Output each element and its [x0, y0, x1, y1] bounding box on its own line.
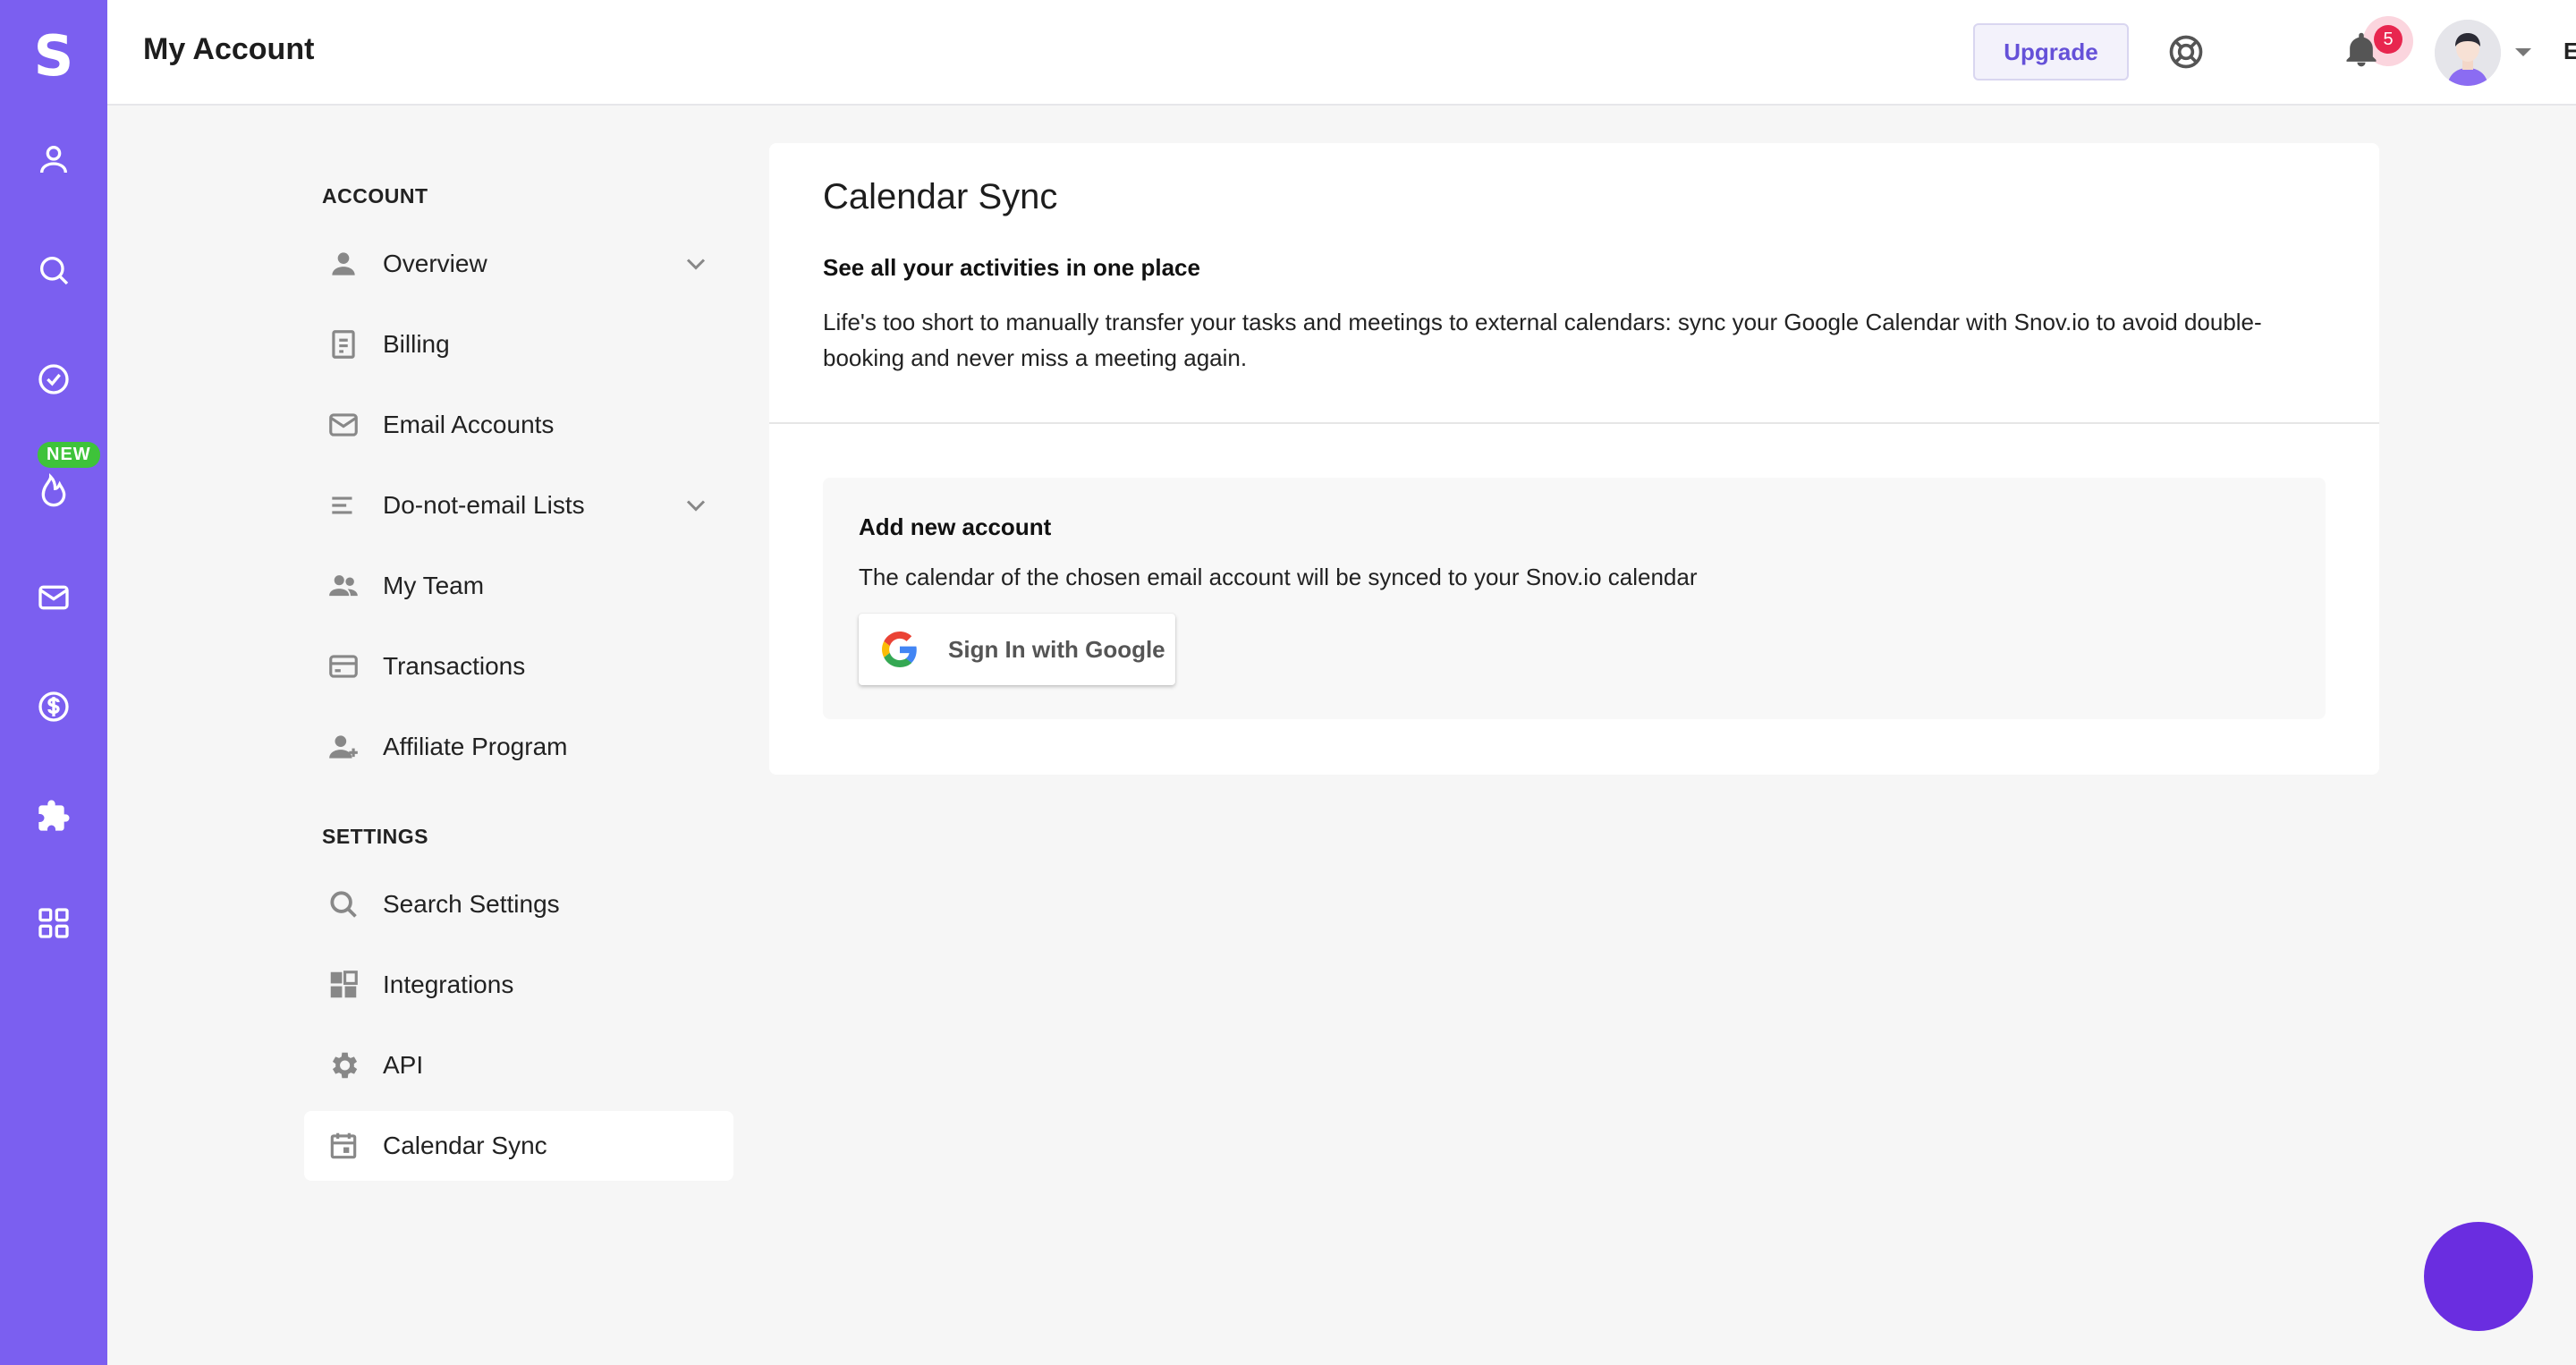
- avatar[interactable]: [2435, 20, 2501, 86]
- list-lines-icon: [326, 488, 361, 523]
- left-rail: S NEW: [0, 0, 107, 1365]
- upgrade-button[interactable]: Upgrade: [1973, 23, 2129, 81]
- sign-in-with-google-button[interactable]: Sign In with Google: [859, 614, 1175, 685]
- notifications-button[interactable]: 5: [2336, 16, 2413, 79]
- credit-card-icon: [326, 649, 361, 684]
- nav-item-my-team[interactable]: My Team: [304, 551, 733, 621]
- team-icon: [326, 568, 361, 604]
- nav-item-label: Do-not-email Lists: [383, 491, 585, 519]
- language-selector[interactable]: EN: [2563, 38, 2576, 65]
- add-account-description: The calendar of the chosen email account…: [859, 564, 1698, 590]
- gear-icon: [326, 1047, 361, 1083]
- add-account-panel: Add new account The calendar of the chos…: [823, 478, 2326, 719]
- nav-item-email-accounts[interactable]: Email Accounts: [304, 390, 733, 460]
- top-header: My Account Upgrade 5 EN: [107, 0, 2576, 106]
- nav-item-search-settings[interactable]: Search Settings: [304, 869, 733, 939]
- account-menu-chevron-icon[interactable]: [2515, 48, 2531, 56]
- google-icon: [882, 632, 917, 667]
- card-title: Calendar Sync: [823, 177, 1058, 216]
- nav-item-label: Overview: [383, 250, 487, 277]
- search-icon: [326, 886, 361, 922]
- google-button-label: Sign In with Google: [948, 635, 1165, 663]
- add-account-title: Add new account: [859, 513, 1052, 540]
- puzzle-icon[interactable]: [27, 789, 80, 843]
- chat-launcher-button[interactable]: [2424, 1222, 2533, 1331]
- nav-item-affiliate-program[interactable]: Affiliate Program: [304, 712, 733, 782]
- nav-item-label: Transactions: [383, 652, 526, 680]
- calendar-sync-card: Calendar Sync See all your activities in…: [769, 143, 2379, 775]
- card-description: Life's too short to manually transfer yo…: [823, 309, 2262, 371]
- nav-item-label: Email Accounts: [383, 411, 555, 438]
- nav-item-label: API: [383, 1051, 424, 1079]
- nav-item-label: My Team: [383, 572, 485, 599]
- person-icon: [326, 246, 361, 282]
- nav-item-api[interactable]: API: [304, 1030, 733, 1100]
- nav-item-label: Billing: [383, 330, 450, 358]
- nav-item-do-not-email-lists[interactable]: Do-not-email Lists: [304, 471, 733, 540]
- nav-item-billing[interactable]: Billing: [304, 309, 733, 379]
- app-logo[interactable]: S: [0, 20, 107, 91]
- check-circle-icon[interactable]: [27, 352, 80, 406]
- nav-item-calendar-sync[interactable]: Calendar Sync: [304, 1111, 733, 1181]
- page-title: My Account: [143, 32, 315, 66]
- nav-item-label: Calendar Sync: [383, 1132, 547, 1159]
- nav-item-integrations[interactable]: Integrations: [304, 950, 733, 1020]
- calendar-icon: [326, 1128, 361, 1164]
- contacts-icon[interactable]: [27, 132, 80, 186]
- help-lifebuoy-icon[interactable]: [2161, 27, 2211, 77]
- chevron-down-icon[interactable]: [680, 489, 712, 521]
- grid-icon: [326, 967, 361, 1003]
- search-icon[interactable]: [27, 243, 80, 297]
- dollar-icon[interactable]: [27, 680, 80, 733]
- chevron-down-icon[interactable]: [680, 248, 712, 280]
- nav-item-label: Affiliate Program: [383, 733, 568, 760]
- nav-item-transactions[interactable]: Transactions: [304, 632, 733, 701]
- nav-item-label: Integrations: [383, 971, 514, 998]
- flame-icon[interactable]: [27, 463, 80, 517]
- settings-section-heading: SETTINGS: [322, 825, 429, 848]
- divider: [769, 422, 2379, 424]
- person-add-icon: [326, 729, 361, 765]
- apps-grid-icon[interactable]: [27, 896, 80, 950]
- nav-item-label: Search Settings: [383, 890, 560, 918]
- notification-count-badge: 5: [2374, 25, 2402, 54]
- account-section-heading: ACCOUNT: [322, 184, 428, 208]
- card-subtitle: See all your activities in one place: [823, 254, 1200, 281]
- receipt-icon: [326, 326, 361, 362]
- mail-icon[interactable]: [27, 571, 80, 624]
- envelope-icon: [326, 407, 361, 443]
- nav-item-overview[interactable]: Overview: [304, 229, 733, 299]
